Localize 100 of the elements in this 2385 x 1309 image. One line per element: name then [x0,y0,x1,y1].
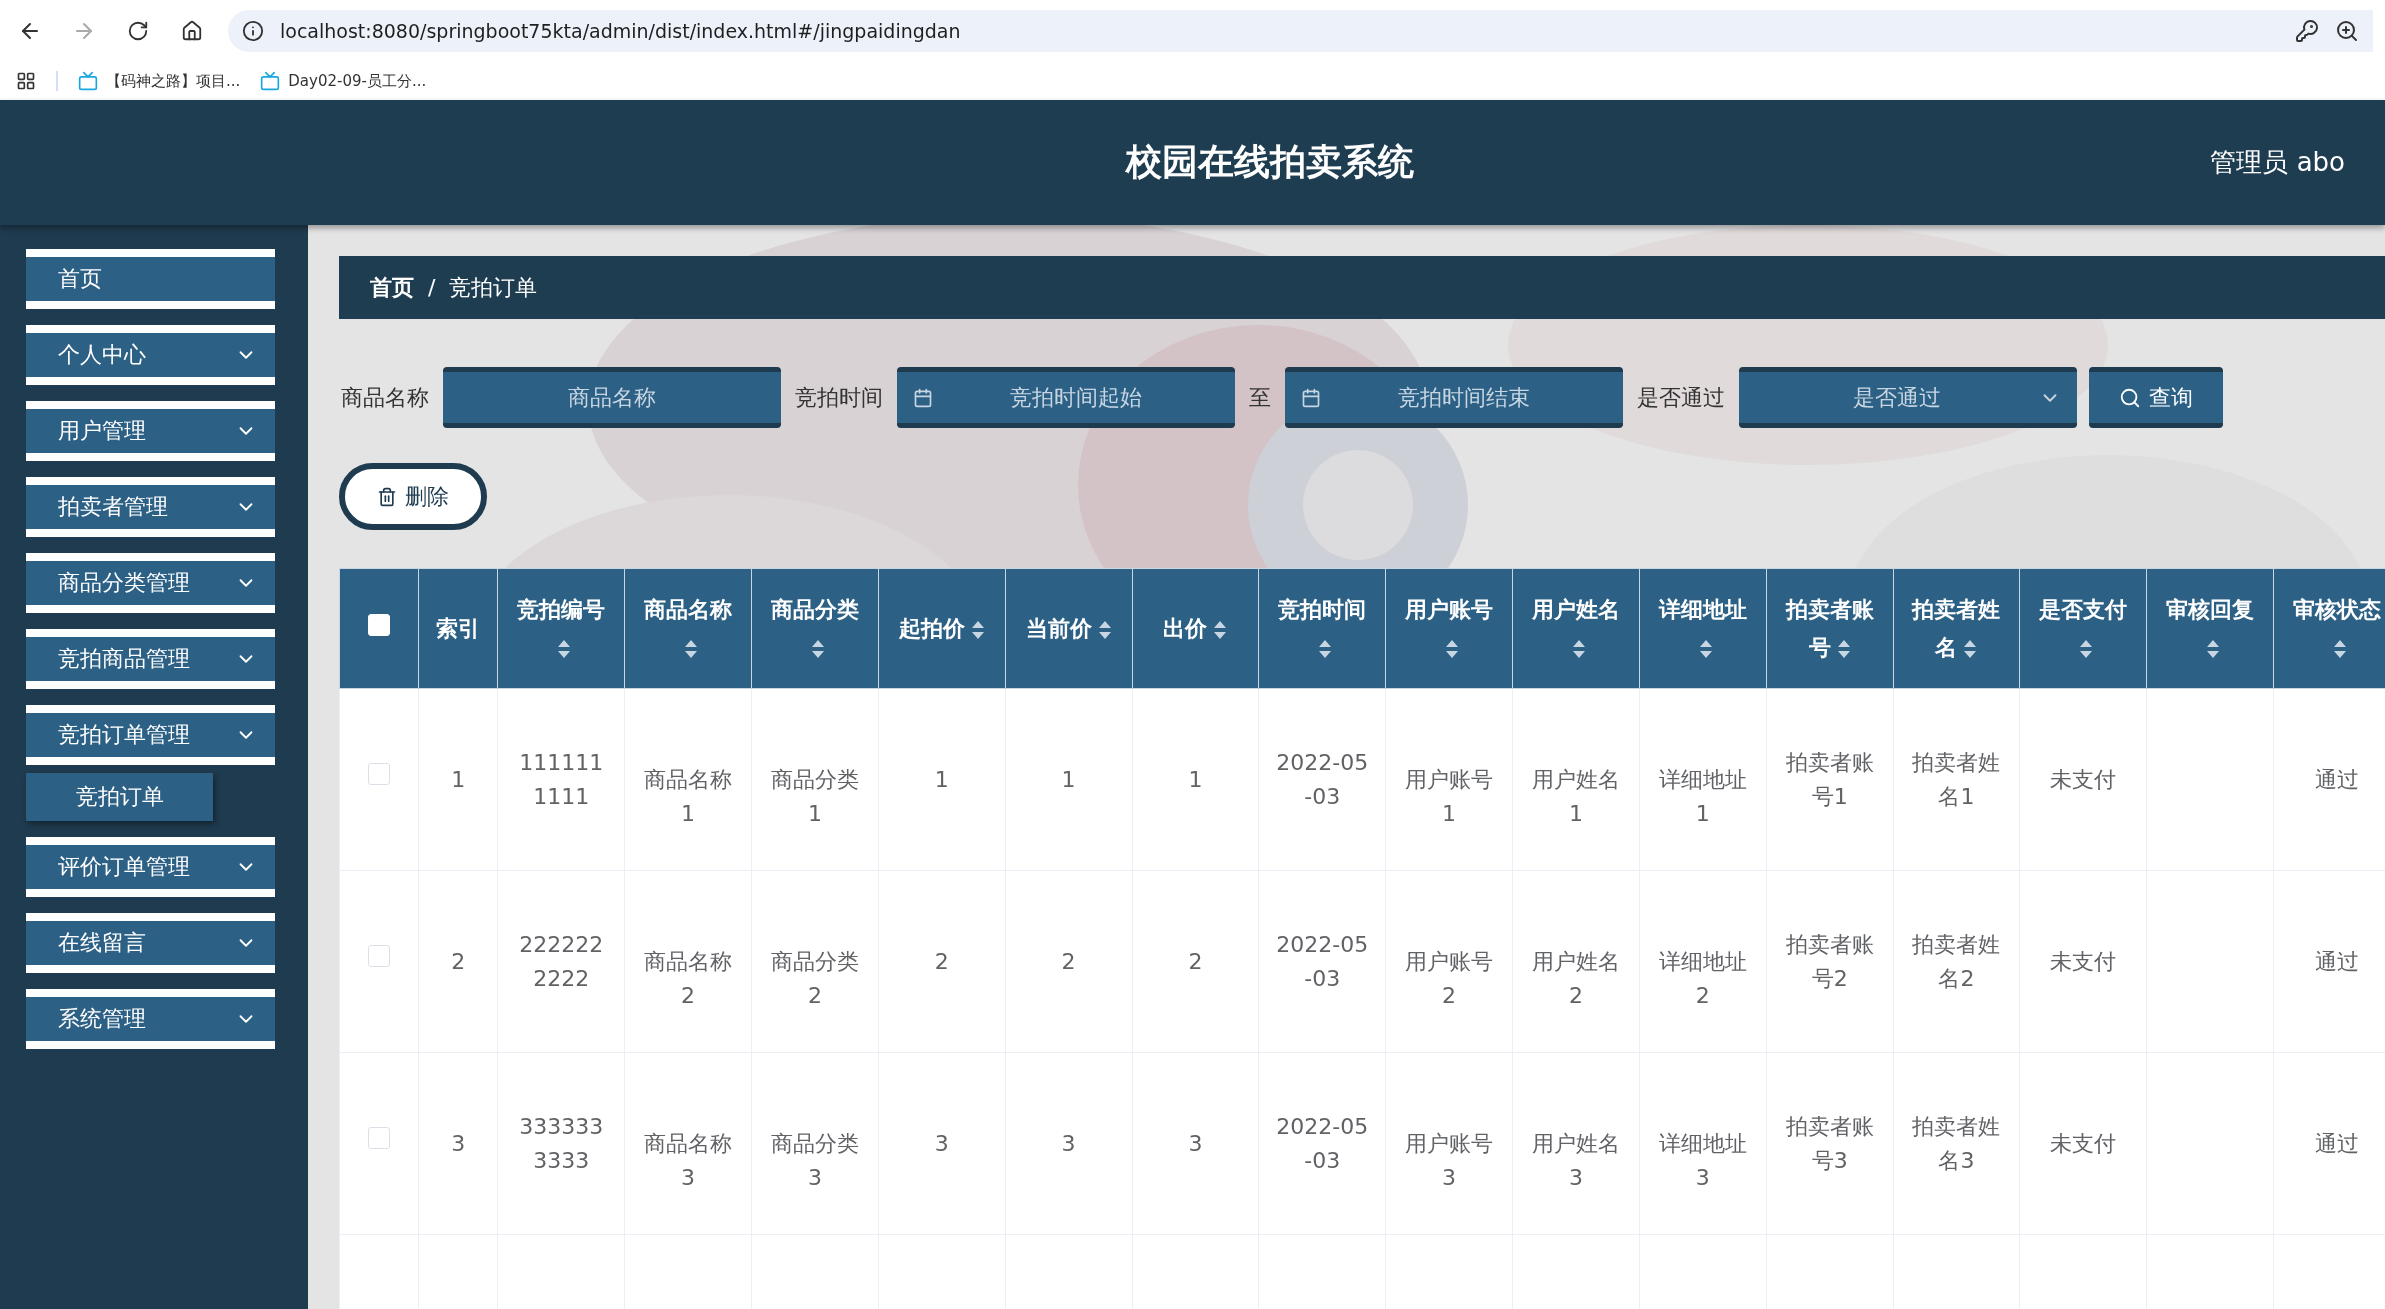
column-header[interactable]: 起拍价 [878,568,1006,689]
table-cell-text: 通过 [2315,766,2360,794]
date-input[interactable]: 竞拍时间起始 [933,384,1219,411]
table-cell-text: 未支付 [2050,948,2117,976]
bookmark[interactable]: 【码神之路】项目... [78,71,241,91]
select-input[interactable]: 是否通过 [1755,384,2039,411]
table-cell-text: 拍卖者账号2 [1784,931,1875,993]
table-cell-text: 1 [1061,766,1076,794]
table-cell-text: 1 [934,766,949,794]
calendar-icon[interactable] [913,387,933,408]
table-cell-text: 2222222222 [518,931,605,993]
table-cell-text: 1 [451,766,466,794]
table-cell-text: 3333333333 [518,1113,605,1175]
column-header[interactable]: 商品分类 [751,568,879,689]
table-cell-text: 3 [934,1130,949,1158]
column-header[interactable]: 拍卖者账号 [1766,568,1894,689]
calendar-icon[interactable] [1301,387,1321,408]
column-header[interactable]: 用户账号 [1385,568,1513,689]
table-cell-text: 拍卖者姓名3 [1911,1113,2002,1175]
breadcrumb-item: 竞拍订单 [449,273,538,302]
column-header[interactable]: 拍卖者姓名 [1893,568,2020,689]
menu-item[interactable]: 系统管理 [26,989,275,1049]
apps-icon[interactable] [16,71,36,91]
table-cell-text: 商品分类1 [769,766,860,828]
delete-button[interactable]: 删除 [339,463,487,530]
select-field[interactable]: 是否通过 [1739,367,2077,428]
date-field[interactable]: 竞拍时间起始 [897,367,1235,428]
column-header[interactable]: 竞拍时间 [1258,568,1386,689]
column-header: 索引 [418,568,498,689]
table-cell-text: 用户账号3 [1404,1130,1495,1192]
name-field[interactable]: 商品名称 [443,367,781,428]
menu-item[interactable]: 评价订单管理 [26,837,275,897]
column-header[interactable]: 当前价 [1005,568,1132,689]
user-label[interactable]: 管理员 abo [2210,145,2345,180]
table-cell-text: 2022-05-03 [1275,931,1370,993]
date-field[interactable]: 竞拍时间结束 [1285,367,1623,428]
bookmark[interactable]: Day02-09-员工分... [260,71,427,91]
menu-item[interactable]: 商品分类管理 [26,553,275,613]
date-input[interactable]: 竞拍时间结束 [1321,384,1607,411]
column-header[interactable]: 出价 [1132,568,1259,689]
menu-item[interactable]: 个人中心 [26,325,275,385]
column-header[interactable]: 审核回复 [2146,568,2274,689]
checkbox[interactable] [368,945,391,967]
menu-item[interactable]: 竞拍商品管理 [26,629,275,689]
table-cell-text: 用户姓名2 [1530,948,1621,1010]
menu-item[interactable]: 首页 [26,249,275,309]
table-cell-text: 商品名称3 [643,1130,734,1192]
table-cell-text: 2022-05-03 [1275,1113,1370,1175]
table-cell-text: 详细地址3 [1657,1130,1748,1192]
column-header[interactable]: 审核状态 [2273,568,2385,689]
table-cell-text: 2 [451,948,466,976]
table-cell-text: 商品名称1 [643,766,734,828]
address-bar[interactable]: localhost:8080/springboot75kta/admin/dist/index.html#/jingpaidingdan [228,10,2373,52]
tv-icon [78,71,98,91]
table-cell-text: 未支付 [2050,766,2117,794]
table-cell-text: 2 [1061,948,1076,976]
field-label: 竞拍时间 [794,383,884,412]
table-cell-text: 商品分类3 [769,1130,860,1192]
zoom-icon[interactable] [2335,19,2359,43]
column-header[interactable]: 是否支付 [2019,568,2147,689]
table-cell-text: 拍卖者姓名2 [1911,931,2002,993]
table-cell-text: 用户姓名1 [1530,766,1621,828]
table-cell-text: 未支付 [2050,1130,2117,1158]
table-cell-text: 商品分类2 [769,948,860,1010]
table-cell-text: 通过 [2315,1130,2360,1158]
table-cell-text: 2 [934,948,949,976]
menu-item[interactable]: 竞拍订单管理 [26,705,275,765]
submenu-item[interactable]: 竞拍订单 [26,773,213,821]
table-cell-text: 用户账号2 [1404,948,1495,1010]
range-separator: 至 [1248,383,1272,412]
table-cell-text: 2 [1188,948,1203,976]
info-icon[interactable] [242,20,264,42]
key-icon[interactable] [2295,19,2319,43]
column-header[interactable]: 商品名称 [624,568,752,689]
column-header[interactable]: 竞拍编号 [497,568,625,689]
table-cell-text: 商品名称2 [643,948,734,1010]
table-cell-text: 1 [1188,766,1203,794]
column-header[interactable]: 详细地址 [1639,568,1767,689]
table-cell-text: 通过 [2315,948,2360,976]
tv-icon [260,71,281,91]
breadcrumb-separator: / [428,275,436,300]
table-cell-text: 详细地址2 [1657,948,1748,1010]
table-cell-text: 用户姓名3 [1530,1130,1621,1192]
table-cell-text: 3 [1188,1130,1203,1158]
column-header[interactable]: 用户姓名 [1512,568,1640,689]
field-label: 商品名称 [340,383,430,412]
table-cell-text: 用户账号1 [1404,766,1495,828]
search-button[interactable]: 查询 [2089,367,2223,428]
menu-item[interactable]: 用户管理 [26,401,275,461]
menu-item[interactable]: 拍卖者管理 [26,477,275,537]
app-title: 校园在线拍卖系统 [1124,140,1416,184]
table-cell-text: 拍卖者账号1 [1784,749,1875,811]
name-input[interactable]: 商品名称 [459,384,765,411]
table-cell-text: 拍卖者姓名1 [1911,749,2002,811]
breadcrumb-item[interactable]: 首页 [370,272,414,303]
table-cell-text: 3 [451,1130,466,1158]
checkbox[interactable] [368,763,391,785]
checkbox[interactable] [368,1127,391,1149]
table-cell-text: 详细地址1 [1657,766,1748,828]
menu-item[interactable]: 在线留言 [26,913,275,973]
